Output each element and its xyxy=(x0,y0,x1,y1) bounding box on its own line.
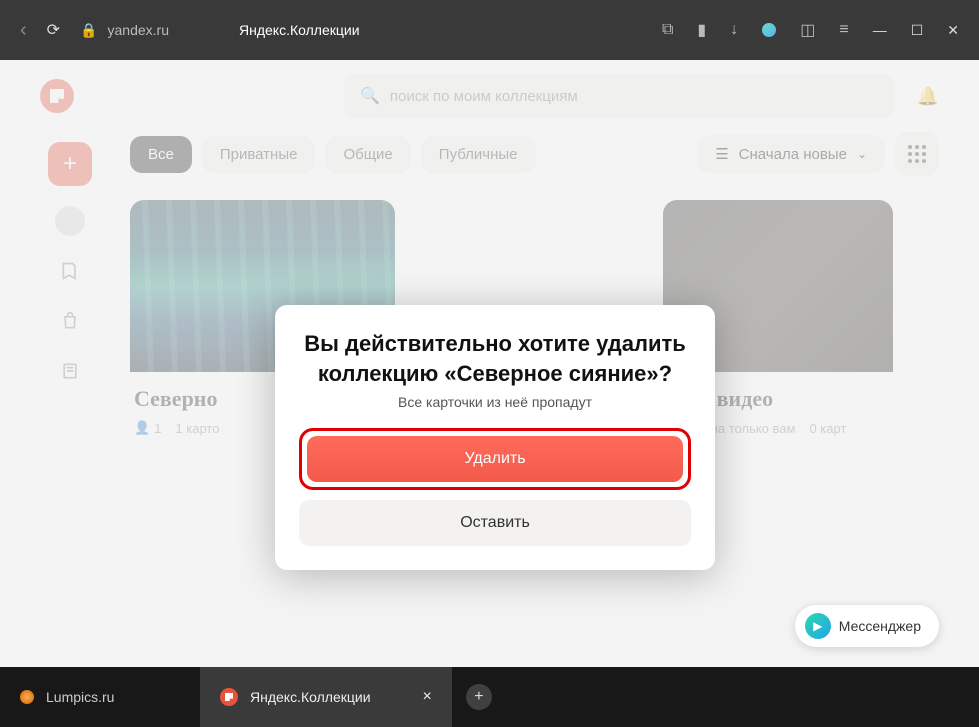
tab-favicon xyxy=(220,688,238,706)
tab-label: Lumpics.ru xyxy=(46,689,114,705)
tab-close-button[interactable]: × xyxy=(423,688,432,706)
messenger-button[interactable]: ▶ Мессенджер xyxy=(795,605,939,647)
extension-icon[interactable] xyxy=(762,23,776,37)
tab-favicon xyxy=(20,690,34,704)
keep-button[interactable]: Оставить xyxy=(299,500,691,546)
taskbar: Lumpics.ru Яндекс.Коллекции × + xyxy=(0,667,979,727)
modal-title: Вы действительно хотите удалить коллекци… xyxy=(299,329,691,388)
new-tab-button[interactable]: + xyxy=(466,684,492,710)
maximize-button[interactable]: ☐ xyxy=(911,22,924,39)
menu-icon[interactable]: ≡ xyxy=(839,21,848,39)
delete-button[interactable]: Удалить xyxy=(307,436,683,482)
page-title: Яндекс.Коллекции xyxy=(239,22,360,38)
messenger-icon: ▶ xyxy=(805,613,831,639)
minimize-button[interactable]: — xyxy=(873,22,887,38)
panel-icon[interactable]: ◫ xyxy=(800,20,815,40)
refresh-button[interactable]: ⟳ xyxy=(47,20,60,40)
close-button[interactable]: ✕ xyxy=(947,22,959,39)
tab-label: Яндекс.Коллекции xyxy=(250,689,371,705)
taskbar-tab-active[interactable]: Яндекс.Коллекции × xyxy=(200,667,452,727)
delete-confirm-modal: Вы действительно хотите удалить коллекци… xyxy=(275,305,715,570)
bookmark-icon[interactable]: ▮ xyxy=(697,20,706,40)
highlight-annotation: Удалить xyxy=(299,428,691,490)
taskbar-tab[interactable]: Lumpics.ru xyxy=(0,667,200,727)
modal-subtitle: Все карточки из неё пропадут xyxy=(299,394,691,410)
messenger-label: Мессенджер xyxy=(839,618,921,634)
lock-icon: 🔒 xyxy=(80,22,97,39)
back-button[interactable]: ‹ xyxy=(20,19,27,42)
url-text[interactable]: yandex.ru xyxy=(108,22,169,38)
copy-icon[interactable]: ⧉ xyxy=(662,21,673,39)
browser-chrome: ‹ ⟳ 🔒 yandex.ru Яндекс.Коллекции ⧉ ▮ ↓ ◫… xyxy=(0,0,979,60)
download-icon[interactable]: ↓ xyxy=(730,21,738,39)
